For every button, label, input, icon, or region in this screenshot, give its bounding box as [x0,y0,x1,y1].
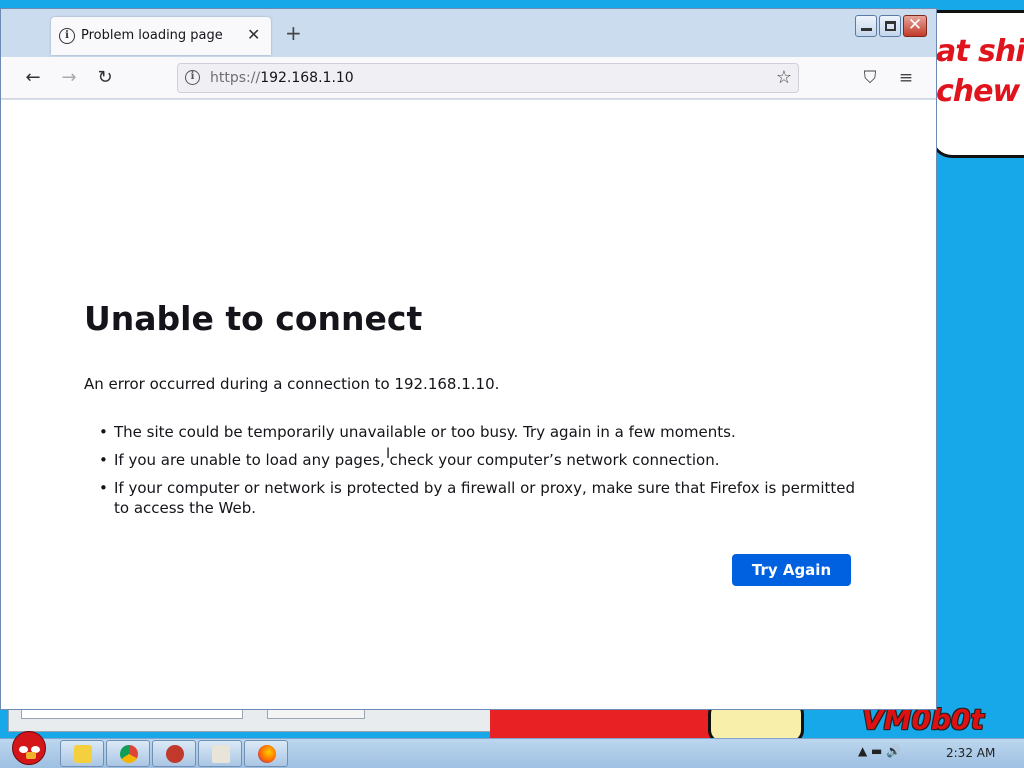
angry-bird-start-icon [12,731,46,765]
url-bar[interactable]: i https://192.168.1.10 ☆ [177,63,799,93]
taskbar-media[interactable] [198,740,242,767]
error-description: An error occurred during a connection to… [84,375,500,393]
bookmark-star-icon[interactable]: ☆ [776,67,792,88]
maximize-icon [885,21,896,31]
taskbar: ▲ ▬ 🔊 2:32 AM [0,731,1024,768]
close-window-button[interactable]: ✕ [903,15,927,37]
minimize-icon [861,28,872,31]
url-text[interactable]: https://192.168.1.10 [210,70,354,86]
firefox-icon [258,745,276,763]
page-title: Unable to connect [84,299,423,338]
minimize-button[interactable] [855,15,877,37]
bird-beak [26,752,36,759]
suggestion-item: The site could be temporarily unavailabl… [97,422,857,442]
info-icon: i [59,28,75,44]
back-button[interactable]: ← [20,65,46,91]
title-bar[interactable]: i Problem loading page ✕ + ✕ [1,9,936,57]
system-tray[interactable]: ▲ ▬ 🔊 [858,744,901,758]
browser-window: i Problem loading page ✕ + ✕ ← → ↻ i htt… [0,8,937,710]
bubble-text-line2: chew [936,74,1020,109]
new-tab-button[interactable]: + [285,23,302,43]
error-suggestions: The site could be temporarily unavailabl… [97,422,857,526]
close-icon: ✕ [907,15,923,35]
wallpaper-red-block [490,705,720,741]
error-page: Unable to connect An error occurred duri… [1,100,936,709]
reload-button[interactable]: ↻ [92,65,118,91]
suggestion-item: If your computer or network is protected… [97,478,857,518]
tab-title: Problem loading page [81,28,223,43]
chrome-icon [120,745,138,763]
taskbar-dev[interactable] [152,740,196,767]
start-button[interactable] [4,731,50,768]
text-cursor-icon: I [386,446,391,462]
taskbar-firefox[interactable] [244,740,288,767]
maximize-button[interactable] [879,15,901,37]
window-controls: ✕ [855,15,927,37]
try-again-button[interactable]: Try Again [732,554,851,586]
url-scheme: https:// [210,70,261,86]
bubble-text-line1: at shi [936,34,1024,69]
taskbar-explorer[interactable] [60,740,104,767]
taskbar-chrome[interactable] [106,740,150,767]
clock[interactable]: 2:32 AM [946,746,995,760]
media-icon [212,745,230,763]
hamburger-menu-icon[interactable]: ≡ [894,65,918,91]
suggestion-item: If you are unable to load any pages, che… [97,450,857,470]
tab-close-icon[interactable]: ✕ [247,25,260,44]
nav-toolbar: ← → ↻ i https://192.168.1.10 ☆ ⛉ ≡ [1,57,936,99]
pocket-icon[interactable]: ⛉ [858,65,882,91]
explorer-icon [74,745,92,763]
tab-problem-loading[interactable]: i Problem loading page ✕ [51,17,271,55]
forward-button[interactable]: → [56,65,82,91]
dev-icon [166,745,184,763]
url-host: 192.168.1.10 [260,70,354,86]
site-info-icon[interactable]: i [185,70,200,85]
